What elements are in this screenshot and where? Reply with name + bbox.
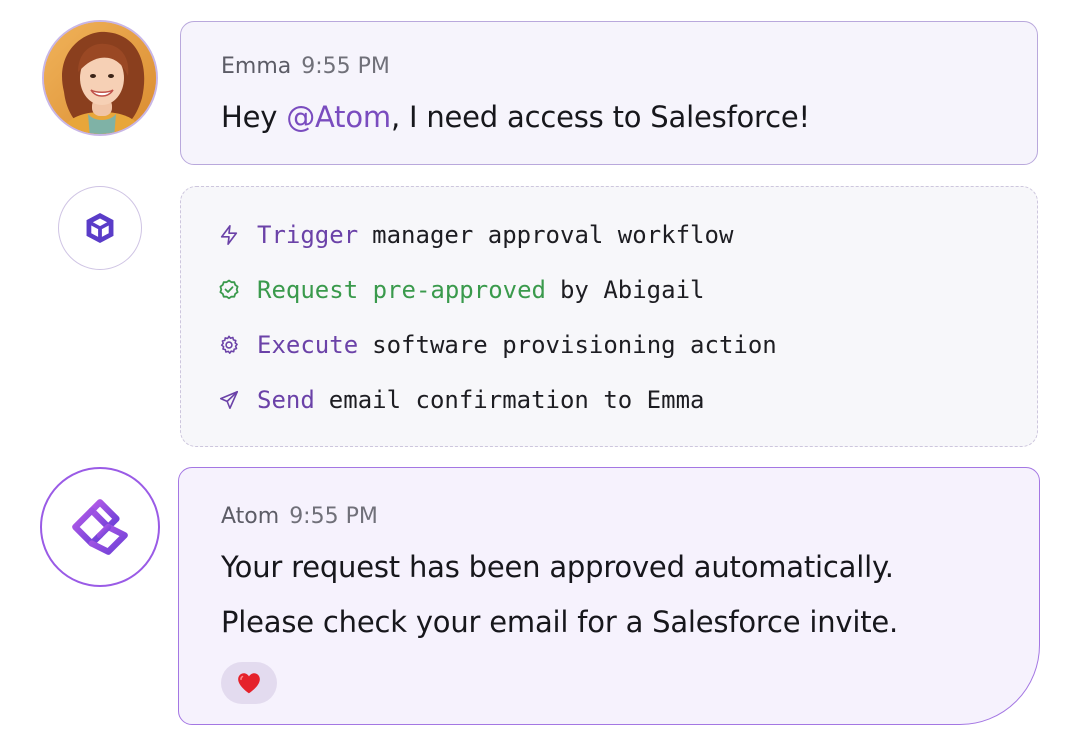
heart-icon bbox=[238, 673, 260, 694]
step-detail: email confirmation to Emma bbox=[328, 386, 705, 414]
check-badge-icon bbox=[217, 278, 241, 302]
send-icon bbox=[217, 388, 241, 412]
sender-name[interactable]: Atom bbox=[221, 504, 279, 529]
workflow-avatar bbox=[58, 186, 142, 270]
mention-atom[interactable]: @Atom bbox=[286, 100, 391, 134]
message-header: Emma 9:55 PM bbox=[221, 54, 390, 79]
step-verb: Request pre-approved bbox=[257, 276, 546, 304]
step-verb: Trigger bbox=[257, 221, 359, 249]
atom-logo-icon bbox=[72, 499, 128, 555]
chat-thread: Emma 9:55 PM Hey @Atom, I need access to … bbox=[0, 0, 1080, 745]
emma-avatar[interactable] bbox=[42, 20, 158, 136]
step-detail: manager approval workflow bbox=[372, 221, 734, 249]
user-message-bubble: Emma 9:55 PM Hey @Atom, I need access to … bbox=[180, 21, 1038, 165]
message-header: Atom 9:55 PM bbox=[221, 504, 378, 529]
assistant-message-bubble: Atom 9:55 PM Your request has been approv… bbox=[178, 467, 1040, 725]
message-text-end: , I need access to Salesforce! bbox=[390, 100, 810, 134]
sender-name[interactable]: Emma bbox=[221, 54, 291, 79]
workflow-step: Send email confirmation to Emma bbox=[217, 385, 704, 415]
step-detail: software provisioning action bbox=[372, 331, 777, 359]
emma-portrait-avatar bbox=[44, 22, 156, 134]
message-text-start: Hey bbox=[221, 100, 287, 134]
heart-reaction[interactable] bbox=[221, 662, 277, 704]
atom-avatar[interactable] bbox=[40, 467, 160, 587]
message-line-2: Please check your email for a Salesforce… bbox=[221, 605, 899, 639]
step-verb: Send bbox=[257, 386, 315, 414]
message-text: Hey @Atom, I need access to Salesforce! bbox=[221, 100, 810, 134]
step-verb: Execute bbox=[257, 331, 359, 359]
workflow-step: Trigger manager approval workflow bbox=[217, 220, 733, 250]
message-line-1: Your request has been approved automatic… bbox=[221, 550, 894, 584]
lightning-icon bbox=[217, 223, 241, 247]
workflow-step: Request pre-approved by Abigail bbox=[217, 275, 704, 305]
message-time: 9:55 PM bbox=[301, 54, 390, 79]
gear-icon bbox=[217, 333, 241, 357]
workflow-steps-panel: Trigger manager approval workflow Reques… bbox=[180, 186, 1038, 447]
box-icon bbox=[86, 212, 114, 244]
step-detail: by Abigail bbox=[559, 276, 705, 304]
message-time: 9:55 PM bbox=[289, 504, 378, 529]
workflow-step: Execute software provisioning action bbox=[217, 330, 777, 360]
